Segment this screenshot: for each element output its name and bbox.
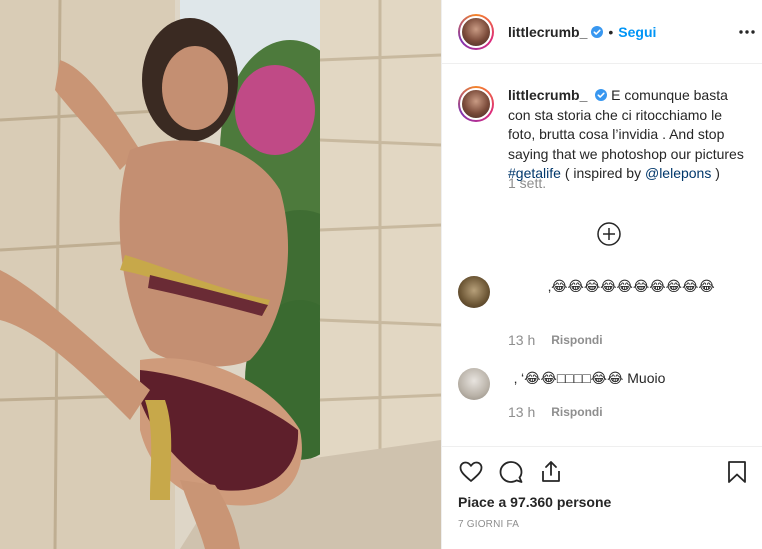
post-header: littlecrumb_ • Segui: [442, 0, 762, 64]
post-actions: Piace a 97.360 persone 7 GIORNI FA: [442, 446, 762, 549]
header-separator: •: [608, 23, 614, 40]
comment-avatar[interactable]: [458, 276, 490, 308]
verified-badge-icon: [595, 89, 608, 101]
comment-meta: 13 h Rispondi: [508, 404, 603, 420]
comment-item: ‚😂😂😂😂😂😂😂😂😂😂 13 h Rispondi: [458, 276, 753, 348]
load-more-comments-button[interactable]: [596, 221, 622, 247]
caption-timestamp[interactable]: 1 sett.: [508, 175, 546, 191]
comment-item: ‚ ‘😂😂□□□□😂😂 Muoio 13 h Rispondi: [458, 368, 753, 420]
instagram-post: littlecrumb_ • Segui littlecrumb_ E comu…: [0, 0, 762, 549]
plus-circle-icon: [597, 222, 621, 246]
share-upload-icon: [542, 461, 560, 482]
caption-avatar[interactable]: [458, 86, 494, 122]
caption-inspired-prefix: ( inspired by: [564, 165, 642, 181]
comment-time[interactable]: 13 h: [508, 332, 535, 348]
comment-bubble-icon: [499, 461, 523, 483]
post-side-panel: littlecrumb_ • Segui littlecrumb_ E comu…: [441, 0, 762, 549]
comment-text: ‚ ‘😂😂□□□□😂😂 Muoio: [514, 370, 666, 386]
comment-time[interactable]: 13 h: [508, 404, 535, 420]
author-username[interactable]: littlecrumb_: [508, 24, 587, 40]
verified-badge-icon: [591, 25, 604, 38]
author-avatar[interactable]: [458, 13, 494, 50]
comment-button[interactable]: [498, 459, 524, 485]
comment-text: ‚😂😂😂😂😂😂😂😂😂😂: [548, 278, 715, 294]
reply-button[interactable]: Rispondi: [551, 333, 602, 347]
caption-text: littlecrumb_ E comunque basta con sta st…: [508, 86, 753, 184]
like-button[interactable]: [458, 459, 484, 485]
share-button[interactable]: [538, 459, 564, 485]
likes-count[interactable]: Piace a 97.360 persone: [458, 494, 611, 510]
bookmark-icon: [728, 461, 746, 483]
follow-button[interactable]: Segui: [618, 24, 656, 40]
caption-mention[interactable]: @lelepons: [645, 165, 711, 181]
post-photo-illustration: [0, 0, 441, 549]
comment-meta: 13 h Rispondi: [508, 332, 603, 348]
post-caption: littlecrumb_ E comunque basta con sta st…: [458, 86, 753, 184]
save-button[interactable]: [724, 459, 750, 485]
more-options-button[interactable]: [735, 22, 759, 42]
post-date[interactable]: 7 GIORNI FA: [458, 519, 519, 530]
post-photo[interactable]: [0, 0, 441, 549]
comments-section: littlecrumb_ E comunque basta con sta st…: [442, 64, 762, 449]
caption-inspired-suffix: ): [715, 165, 720, 181]
heart-icon: [459, 461, 483, 482]
reply-button[interactable]: Rispondi: [551, 405, 602, 419]
caption-username[interactable]: littlecrumb_: [508, 87, 587, 103]
more-horizontal-icon: [739, 30, 755, 34]
comment-avatar[interactable]: [458, 368, 490, 400]
